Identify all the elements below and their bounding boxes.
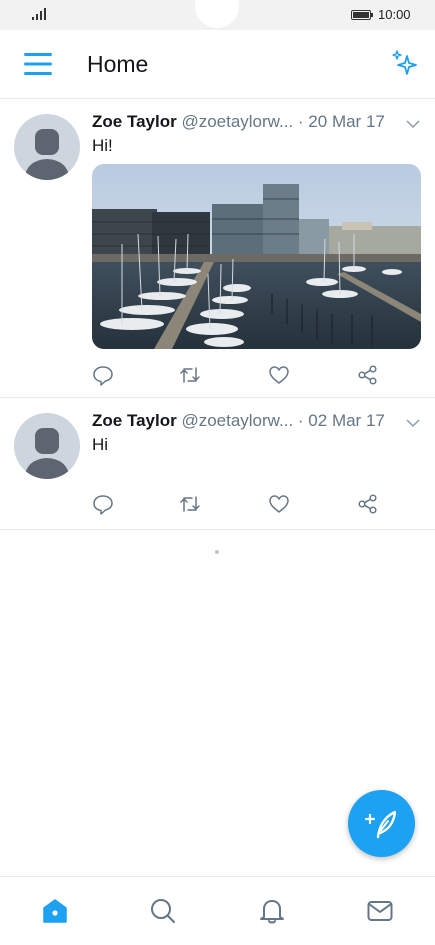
chevron-down-icon[interactable] <box>406 119 420 129</box>
tweet-actions <box>92 364 392 388</box>
battery-icon <box>351 10 373 20</box>
tweet-date: · 20 Mar 17 <box>297 112 385 131</box>
compose-tweet-icon <box>364 810 397 839</box>
notifications-icon[interactable] <box>258 897 286 925</box>
messages-icon[interactable] <box>366 897 394 925</box>
tweet-header: Zoe Taylor @zoetaylorw... · 20 Mar 17 <box>92 112 385 132</box>
avatar[interactable] <box>14 413 80 479</box>
status-time: 10:00 <box>378 7 411 22</box>
sparkle-icon[interactable] <box>390 48 422 80</box>
user-silhouette-icon <box>24 129 70 180</box>
loading-indicator <box>215 550 219 554</box>
reply-icon[interactable] <box>92 493 114 515</box>
reply-icon[interactable] <box>92 364 114 386</box>
tweet-item[interactable]: Zoe Taylor @zoetaylorw... · 20 Mar 17 Hi… <box>0 99 435 398</box>
app-header <box>0 30 435 99</box>
like-icon[interactable] <box>268 364 290 386</box>
tweet-item[interactable]: Zoe Taylor @zoetaylorw... · 02 Mar 17 Hi <box>0 398 435 530</box>
hamburger-menu-icon[interactable] <box>24 52 52 76</box>
page-title: Home <box>87 51 149 77</box>
camera-notch <box>195 0 239 28</box>
tweet-text: Hi! <box>92 136 113 155</box>
author-handle: @zoetaylorw... <box>181 112 294 131</box>
author-name[interactable]: Zoe Taylor <box>92 112 177 131</box>
tweet-text: Hi <box>92 435 109 454</box>
retweet-icon[interactable] <box>179 493 201 515</box>
status-bar: 10:00 <box>0 0 435 30</box>
chevron-down-icon[interactable] <box>406 418 420 428</box>
harbor-photo <box>92 164 421 349</box>
avatar[interactable] <box>14 114 80 180</box>
compose-tweet-button[interactable] <box>348 790 415 857</box>
tweet-header: Zoe Taylor @zoetaylorw... · 02 Mar 17 <box>92 411 385 431</box>
share-icon[interactable] <box>357 364 379 386</box>
author-handle: @zoetaylorw... <box>181 411 294 430</box>
tweet-actions <box>92 493 392 517</box>
tweet-date: · 02 Mar 17 <box>297 411 385 430</box>
home-icon[interactable] <box>41 897 69 925</box>
author-name[interactable]: Zoe Taylor <box>92 411 177 430</box>
share-icon[interactable] <box>357 493 379 515</box>
tweet-image[interactable] <box>92 164 421 349</box>
like-icon[interactable] <box>268 493 290 515</box>
signal-icon <box>32 8 46 20</box>
user-silhouette-icon <box>24 428 70 479</box>
bottom-navigation <box>0 876 435 945</box>
search-icon[interactable] <box>149 897 177 925</box>
retweet-icon[interactable] <box>179 364 201 386</box>
